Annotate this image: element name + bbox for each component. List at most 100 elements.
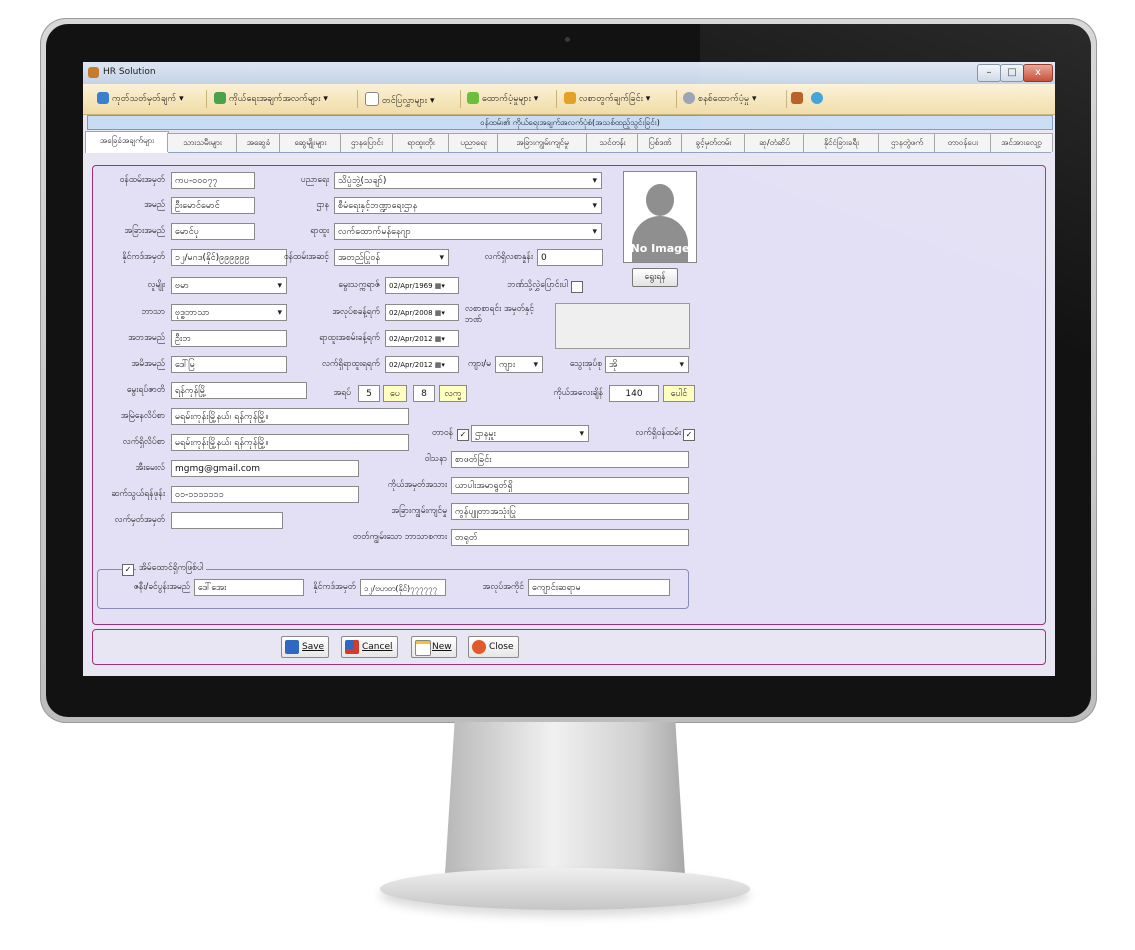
name-label: အမည် [144, 200, 165, 210]
tab-penalty[interactable]: ပြစ်ဒဏ် [637, 133, 683, 152]
menu-system[interactable]: စနစ်ထောက်ပံ့မှု ▾ [683, 92, 757, 106]
nickname-field[interactable]: မောင်ပု [171, 223, 255, 240]
current-staff-checkbox[interactable]: ✓ [683, 429, 695, 441]
married-label: အိမ်ထောင်ရှိကဖြစ်ပါ [136, 563, 207, 575]
save-button[interactable]: Save [281, 636, 330, 658]
menu-label: တင်ပြလွှာများ ▾ [382, 96, 435, 106]
tab-basic-info[interactable]: အခြေခံအချက်များ [85, 131, 169, 153]
tab-dept-attach[interactable]: ဌာနတွဲဖက် [878, 133, 936, 152]
weight-label: ကိုယ်အလေးချိန် [553, 388, 603, 398]
name-field[interactable]: ဦးမောင်မောင် [171, 197, 255, 214]
education-label: ပညာရေး [300, 175, 329, 185]
father-label: အဘအမည် [128, 333, 165, 343]
bank-account-memo[interactable] [555, 303, 690, 349]
current-position-date-value: 02/Apr/2012 [389, 361, 433, 369]
maximize-button[interactable]: □ [1000, 64, 1024, 82]
nrc-field[interactable]: ၁၂/မဂဒ(နိုင်)၉၉၉၉၉၉ [171, 249, 287, 266]
birthplace-label: မွေးရပ်ဇာတိ [126, 385, 165, 395]
menu-personal-info[interactable]: ကိုယ်ရေးအချက်အလက်များ ▾ [214, 92, 328, 106]
browse-photo-button[interactable]: ရွေးရန် [632, 268, 678, 287]
cancel-label: Cancel [362, 642, 393, 652]
permanent-address-field[interactable]: မရမ်းကုန်းမြို့နယ်၊ ရန်ကုန်မြို့။ [171, 408, 409, 425]
identification-label: ကိုယ်အမှတ်အသား [387, 480, 447, 490]
married-checkbox[interactable]: ✓ [122, 564, 134, 576]
join-date-picker[interactable]: 02/Apr/2008 ▦▾ [385, 304, 459, 321]
menu-reports[interactable]: တင်ပြလွှာများ ▾ [365, 92, 434, 108]
current-position-date-picker[interactable]: 02/Apr/2012 ▦▾ [385, 356, 459, 373]
duty-label: တာဝန် [432, 428, 453, 438]
menu-separator [676, 90, 677, 108]
avatar-body-icon [632, 216, 688, 262]
close-label: Close [489, 642, 514, 652]
blood-group-dropdown[interactable]: အို [605, 356, 689, 373]
education-dropdown[interactable]: သိပ္ပံဘွဲ့(သချာ်) [334, 172, 602, 189]
new-button[interactable]: New [411, 636, 457, 658]
close-icon [472, 640, 486, 654]
form-title: ဝန်ထမ်း၏ ကိုယ်ရေးအချက်အလက်ပုံစံ(အသစ်ထည့်… [87, 115, 1053, 130]
department-label: ဌာန [316, 200, 329, 210]
refresh-menu-button[interactable] [811, 92, 826, 104]
tax-id-field[interactable] [171, 512, 283, 529]
spouse-name-field[interactable]: ဒေါ်အေး [194, 579, 304, 596]
religion-dropdown[interactable]: ဗုဒ္ဓဘာသာ [171, 304, 287, 321]
tab-relatives[interactable]: ဆွေမျိုးများ [279, 133, 342, 152]
cancel-button[interactable]: Cancel [341, 636, 398, 658]
tab-foreign-trips[interactable]: နိုင်ငံခြားခရီး [803, 133, 880, 152]
tab-awards[interactable]: ဆု/တံဆိပ် [744, 133, 805, 152]
position-date-picker[interactable]: 02/Apr/2012 ▦▾ [385, 330, 459, 347]
minimize-button[interactable]: – [977, 64, 1001, 82]
grade-dropdown[interactable]: အတည်ပြုဝန် [334, 249, 449, 266]
close-button[interactable]: Close [468, 636, 519, 658]
duty-checkbox[interactable]: ✓ [457, 429, 469, 441]
current-staff-label: လက်ရှိဝန်ထမ်း [635, 428, 681, 438]
app-window: HR Solution – □ x ကုတ်သတ်မှတ်ချက် ▾ ကိုယ… [83, 62, 1055, 676]
save-label: Save [302, 642, 325, 652]
tab-children[interactable]: သားသမီးများ [167, 133, 238, 152]
duty-dropdown[interactable]: ဌာနမှူး [471, 425, 589, 442]
phone-field[interactable]: ၀၁-၁၁၁၁၁၁၁ [171, 486, 359, 503]
tab-guarantor[interactable]: အဆွေခံ [236, 133, 281, 152]
bank-transfer-checkbox[interactable] [571, 281, 583, 293]
tab-transfer[interactable]: ဌာနပြောင်း [340, 133, 394, 152]
current-address-field[interactable]: မရမ်းကုန်းမြို့နယ်၊ ရန်ကုန်မြို့။ [171, 434, 409, 451]
nrc-label: နိုင်ကဒ်အမှတ် [122, 252, 165, 262]
menu-separator [357, 90, 358, 108]
race-dropdown[interactable]: ဗမာ [171, 277, 287, 294]
feet-unit: ပေ [383, 385, 407, 402]
position-dropdown[interactable]: လက်ထောက်မန်နေဂျာ [334, 223, 602, 240]
tab-leave[interactable]: ခွင့်မှတ်တမ်း [681, 133, 746, 152]
weight-field[interactable]: 140 [609, 385, 659, 402]
other-skill-field[interactable]: ကွန်ပျူတာအသုံးပြု [451, 503, 689, 520]
no-image-label: No Image [630, 242, 690, 255]
close-window-button[interactable]: x [1023, 64, 1053, 82]
salary-field[interactable]: 0 [537, 249, 603, 266]
hobby-field[interactable]: စာဖတ်ခြင်း [451, 451, 689, 468]
tab-other-skills[interactable]: အခြားကျွမ်းကျင်မှု [497, 133, 588, 152]
tab-reduction[interactable]: အင်အားလျော့ [990, 133, 1053, 152]
join-date-label: အလုပ်စခန့်ရက် [332, 307, 380, 317]
tab-training[interactable]: သင်တန်း [586, 133, 639, 152]
menu-payroll[interactable]: လစာတွက်ချက်ခြင်း ▾ [564, 92, 650, 106]
tab-promotion[interactable]: ရာထူးတိုး [392, 133, 450, 152]
height-inch-field[interactable]: 8 [413, 385, 435, 402]
employee-id-field[interactable]: ကပ-၀၀၀၇၇ [171, 172, 255, 189]
email-field[interactable]: mgmg@gmail.com [171, 460, 359, 477]
spouse-job-field[interactable]: ကျောင်းဆရာမ [528, 579, 670, 596]
menu-label: ကိုယ်ရေးအချက်အလက်များ ▾ [229, 94, 328, 104]
tab-education[interactable]: ပညာရေး [448, 133, 499, 152]
exit-menu-button[interactable] [791, 92, 806, 104]
dob-date-picker[interactable]: 02/Apr/1969 ▦▾ [385, 277, 459, 294]
gender-dropdown[interactable]: ကျား [495, 356, 543, 373]
language-field[interactable]: တရုတ် [451, 529, 689, 546]
spouse-nrc-field[interactable]: ၁၂/ဗဟတ(နိုင်)၇၇၇၇၇၇ [360, 579, 446, 596]
height-feet-field[interactable]: 5 [358, 385, 380, 402]
menu-allowances[interactable]: ထောက်ပံ့မှုများ ▾ [467, 92, 538, 106]
identification-field[interactable]: ယာပါးအမာရွတ်ရှိ [451, 477, 689, 494]
race-label: လူမျိုး [147, 280, 165, 290]
menu-codes[interactable]: ကုတ်သတ်မှတ်ချက် ▾ [97, 92, 184, 106]
mother-label: အမိအမည် [131, 359, 165, 369]
tab-assignments[interactable]: တာဝန်ပေး [934, 133, 992, 152]
department-dropdown[interactable]: စီမံရေးနှင့်ဘဏ္ဍာရေးဌာန [334, 197, 602, 214]
height-label: အရပ် [333, 388, 351, 398]
birthplace-field[interactable]: ရန်ကုန်မြို့ [171, 382, 307, 399]
